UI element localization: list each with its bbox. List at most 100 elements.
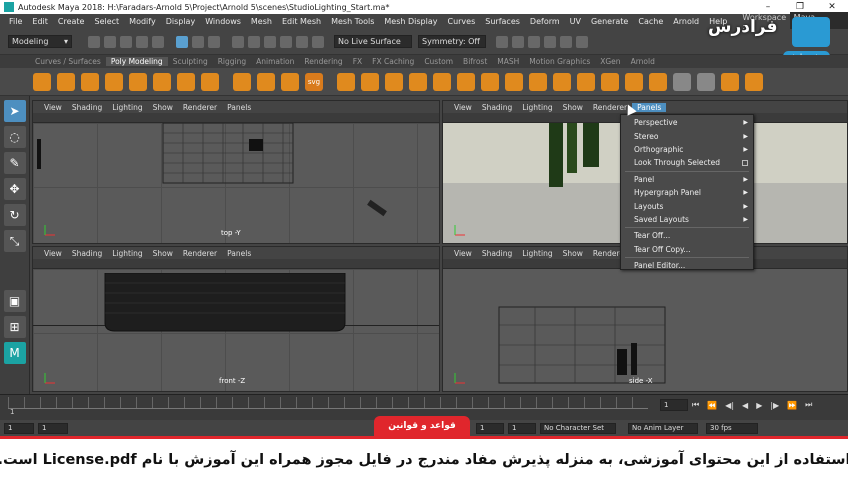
mirror-icon[interactable] bbox=[505, 72, 523, 91]
combine-icon[interactable] bbox=[233, 72, 251, 91]
menu-surfaces[interactable]: Surfaces bbox=[480, 17, 525, 26]
ipr-render-icon[interactable] bbox=[512, 35, 524, 48]
fps-dropdown[interactable]: 30 fps bbox=[706, 423, 758, 434]
four-view-layout-icon[interactable]: ⊞ bbox=[3, 316, 26, 338]
select-tool-icon[interactable]: ➤ bbox=[3, 100, 26, 122]
snap-curve-icon[interactable] bbox=[248, 35, 260, 48]
vp-front-menu-view[interactable]: View bbox=[39, 249, 67, 258]
platonic-solid-icon[interactable] bbox=[201, 72, 219, 91]
shelf-tab-xgen[interactable]: XGen bbox=[595, 57, 625, 66]
planar-mapping-icon[interactable] bbox=[673, 72, 691, 91]
reduce-icon[interactable] bbox=[481, 72, 499, 91]
menu-windows[interactable]: Windows bbox=[200, 17, 246, 26]
arnold-render-view-icon[interactable] bbox=[560, 35, 572, 48]
snap-grid-icon[interactable] bbox=[232, 35, 244, 48]
vp-side-menu-show[interactable]: Show bbox=[558, 249, 588, 258]
append-polygon-icon[interactable] bbox=[409, 72, 427, 91]
rotate-tool-icon[interactable]: ↻ bbox=[3, 204, 26, 226]
vp-top-menu-lighting[interactable]: Lighting bbox=[107, 103, 147, 112]
automatic-mapping-icon[interactable] bbox=[697, 72, 715, 91]
super-shape-icon[interactable] bbox=[281, 72, 299, 91]
menu-deform[interactable]: Deform bbox=[525, 17, 565, 26]
poly-cube-icon[interactable] bbox=[57, 72, 75, 91]
menu-curves[interactable]: Curves bbox=[442, 17, 480, 26]
menu-select[interactable]: Select bbox=[89, 17, 124, 26]
boolean-difference-icon[interactable] bbox=[553, 72, 571, 91]
render-icon[interactable] bbox=[496, 35, 508, 48]
go-to-start-icon[interactable]: ⏮ bbox=[692, 400, 699, 410]
open-scene-icon[interactable] bbox=[104, 35, 116, 48]
mode-dropdown[interactable]: Modeling ▾ bbox=[8, 35, 72, 48]
svg-tool-icon[interactable]: svg bbox=[305, 72, 323, 91]
viewport-top[interactable]: View Shading Lighting Show Renderer Pane… bbox=[32, 100, 440, 244]
snap-surface-icon[interactable] bbox=[296, 35, 308, 48]
vp-persp-menu-panels[interactable]: Panels bbox=[632, 102, 667, 112]
poly-cone-icon[interactable] bbox=[105, 72, 123, 91]
end-time-field[interactable]: 1 bbox=[508, 423, 536, 434]
lasso-tool-icon[interactable]: ◌ bbox=[3, 126, 26, 148]
snap-view-icon[interactable] bbox=[280, 35, 292, 48]
new-scene-icon[interactable] bbox=[88, 35, 100, 48]
menu-edit[interactable]: Edit bbox=[27, 17, 53, 26]
vp-side-menu-lighting[interactable]: Lighting bbox=[517, 249, 557, 258]
target-weld-icon[interactable] bbox=[601, 72, 619, 91]
vp-front-menu-panels[interactable]: Panels bbox=[222, 249, 256, 258]
menu-uv[interactable]: UV bbox=[565, 17, 586, 26]
menu-item-tear-off[interactable]: Tear Off... bbox=[621, 229, 753, 242]
menu-display[interactable]: Display bbox=[161, 17, 201, 26]
step-back-frame-icon[interactable]: ◀| bbox=[725, 401, 734, 410]
vp-top-menu-shading[interactable]: Shading bbox=[67, 103, 107, 112]
snap-vertex-icon[interactable] bbox=[312, 35, 324, 48]
vp-side-menu-view[interactable]: View bbox=[449, 249, 477, 258]
shelf-tab-sculpting[interactable]: Sculpting bbox=[168, 57, 213, 66]
vp-persp-menu-show[interactable]: Show bbox=[558, 103, 588, 112]
quad-draw-icon[interactable] bbox=[721, 72, 739, 91]
shelf-tab-fx[interactable]: FX bbox=[348, 57, 367, 66]
shelf-tab-custom[interactable]: Custom bbox=[419, 57, 458, 66]
range-end-field[interactable]: 1 bbox=[476, 423, 504, 434]
vp-front-menu-lighting[interactable]: Lighting bbox=[107, 249, 147, 258]
arnold-render-icon[interactable] bbox=[576, 35, 588, 48]
redo-icon[interactable] bbox=[152, 35, 164, 48]
menu-mesh-display[interactable]: Mesh Display bbox=[379, 17, 442, 26]
menu-mesh[interactable]: Mesh bbox=[246, 17, 277, 26]
menu-file[interactable]: File bbox=[4, 17, 27, 26]
sculpt-icon[interactable] bbox=[745, 72, 763, 91]
vp-front-menu-shading[interactable]: Shading bbox=[67, 249, 107, 258]
menu-item-tear-off-copy[interactable]: Tear Off Copy... bbox=[621, 243, 753, 256]
menu-item-panel-editor[interactable]: Panel Editor... bbox=[621, 259, 753, 272]
menu-mesh-tools[interactable]: Mesh Tools bbox=[326, 17, 379, 26]
multi-cut-icon[interactable] bbox=[577, 72, 595, 91]
menu-generate[interactable]: Generate bbox=[586, 17, 633, 26]
time-ruler[interactable] bbox=[8, 397, 648, 409]
viewport-front-toolbar[interactable] bbox=[33, 259, 439, 269]
render-settings-icon[interactable] bbox=[528, 35, 540, 48]
undo-icon[interactable] bbox=[136, 35, 148, 48]
symmetry-dropdown[interactable]: Symmetry: Off bbox=[418, 35, 486, 48]
select-hierarchy-icon[interactable] bbox=[176, 35, 188, 48]
uv-editor-icon[interactable] bbox=[649, 72, 667, 91]
separate-icon[interactable] bbox=[257, 72, 275, 91]
start-time-field[interactable]: 1 bbox=[4, 423, 34, 434]
select-component-icon[interactable] bbox=[208, 35, 220, 48]
step-forward-frame-icon[interactable]: |▶ bbox=[770, 401, 779, 410]
vp-top-menu-renderer[interactable]: Renderer bbox=[178, 103, 222, 112]
range-start-field[interactable]: 1 bbox=[38, 423, 68, 434]
menu-cache[interactable]: Cache bbox=[633, 17, 668, 26]
shelf-tab-fx-caching[interactable]: FX Caching bbox=[367, 57, 419, 66]
vp-front-menu-renderer[interactable]: Renderer bbox=[178, 249, 222, 258]
menu-arnold[interactable]: Arnold bbox=[668, 17, 704, 26]
vp-top-menu-panels[interactable]: Panels bbox=[222, 103, 256, 112]
vp-top-menu-show[interactable]: Show bbox=[148, 103, 178, 112]
fill-hole-icon[interactable] bbox=[433, 72, 451, 91]
vp-persp-menu-lighting[interactable]: Lighting bbox=[517, 103, 557, 112]
poly-plane-icon[interactable] bbox=[153, 72, 171, 91]
smooth-icon[interactable] bbox=[457, 72, 475, 91]
move-tool-icon[interactable]: ✥ bbox=[3, 178, 26, 200]
current-frame-field[interactable]: 1 bbox=[660, 399, 688, 411]
save-scene-icon[interactable] bbox=[120, 35, 132, 48]
snap-point-icon[interactable] bbox=[264, 35, 276, 48]
merge-icon[interactable] bbox=[625, 72, 643, 91]
vp-top-menu-view[interactable]: View bbox=[39, 103, 67, 112]
extrude-icon[interactable] bbox=[337, 72, 355, 91]
